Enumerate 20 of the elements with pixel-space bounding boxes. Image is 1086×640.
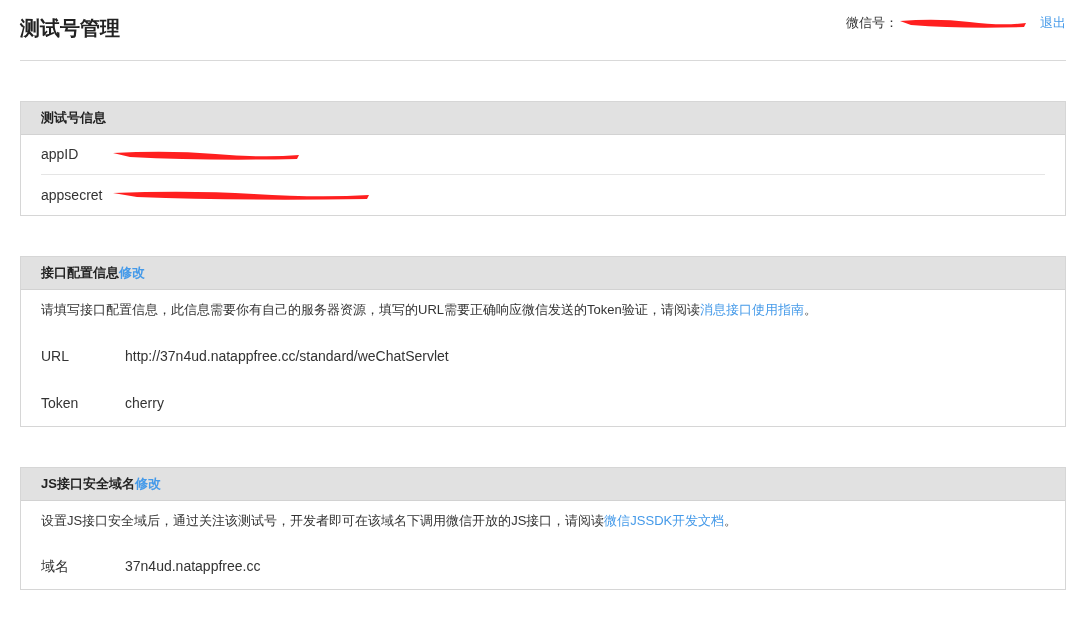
- panel-title: 测试号信息: [41, 109, 106, 128]
- field-value: cherry: [125, 393, 164, 413]
- row-label: appsecret: [41, 185, 104, 205]
- wechat-label: 微信号：: [846, 14, 898, 32]
- field-label: Token: [41, 393, 80, 413]
- edit-link[interactable]: 修改: [134, 473, 161, 494]
- field-label: URL: [41, 346, 70, 366]
- guide-link[interactable]: 消息接口使用指南: [699, 302, 804, 317]
- field-label: 域名: [41, 557, 70, 576]
- guide-link[interactable]: 微信JSSDK开发文档: [604, 512, 725, 528]
- description: 请填写接口配置信息，此信息需要你有自己的服务器资源，填写的URL需要正确响应微信发送的Token验证，请阅读消息接口使用指南。: [41, 301, 818, 319]
- field-value: http://37n4ud.natappfree.cc/standard/weChatServlet: [125, 346, 449, 366]
- description: 设置JS接口安全域后，通过关注该测试号，开发者即可在该域名下调用微信开放的JS接口，请阅读微信JSSDK开发文档。: [41, 511, 739, 530]
- field-value: 37n4ud.natappfree.cc: [125, 557, 261, 576]
- row-label: appID: [41, 145, 80, 164]
- panel-title: JS接口安全域名: [41, 474, 135, 493]
- edit-link[interactable]: 修改: [119, 263, 145, 283]
- logout-link[interactable]: 退出: [1040, 13, 1066, 33]
- page-title: 测试号管理: [20, 16, 120, 41]
- panel-title: 接口配置信息: [41, 264, 119, 283]
